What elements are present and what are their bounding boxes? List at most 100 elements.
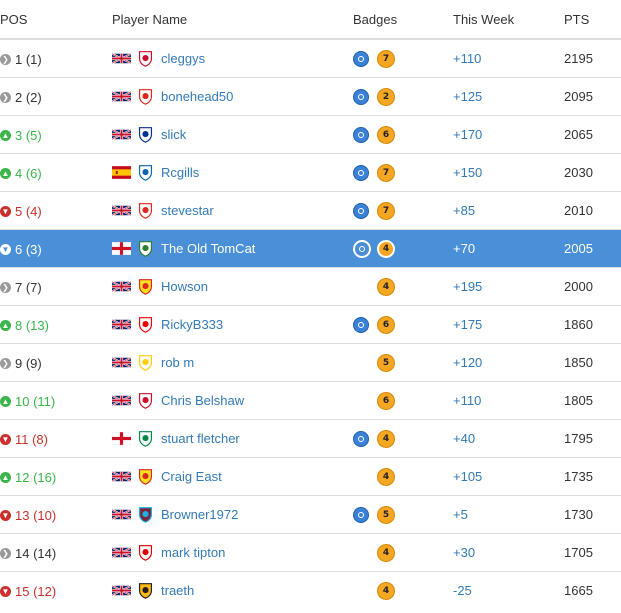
- arrow-down-icon: ▼: [0, 206, 11, 218]
- pts-cell: 2195: [564, 38, 621, 78]
- header-badges: Badges: [353, 0, 453, 40]
- blue-badge-icon: [353, 430, 369, 447]
- man-utd-crest-icon: [138, 469, 153, 485]
- player-cell: Chris Belshaw: [112, 381, 353, 420]
- pos-cell: ❯ 9 (9): [0, 343, 112, 382]
- pos-cell: ▼ 11 (8): [0, 419, 112, 458]
- player-name-link[interactable]: cleggys: [161, 51, 205, 66]
- player-name-link[interactable]: rob m: [161, 355, 194, 370]
- arrow-down-icon: ▼: [0, 586, 11, 598]
- pts-cell: 1860: [564, 305, 621, 344]
- this-week-cell: +5: [453, 495, 564, 534]
- arrow-up-icon: ▲: [0, 472, 11, 484]
- pos-cell: ▲ 10 (11): [0, 381, 112, 420]
- table-row[interactable]: ▼ 13 (10) Browner1972 5 +5 1730: [0, 495, 621, 534]
- blue-badge-icon: [353, 506, 369, 523]
- position-change: ▼ 6 (3): [0, 242, 42, 257]
- arrow-up-icon: ▲: [0, 168, 11, 180]
- position-text: 10 (11): [15, 394, 56, 410]
- pts-cell: 1705: [564, 533, 621, 572]
- player-name-link[interactable]: stevestar: [161, 203, 214, 218]
- position-text: 2 (2): [15, 90, 42, 106]
- table-row[interactable]: ▲ 3 (5) slick 6 +170 2065: [0, 115, 621, 154]
- position-text: 12 (16): [15, 470, 57, 486]
- table-row[interactable]: ❯ 7 (7) Howson 4 +195 2000: [0, 267, 621, 306]
- orange-badge-icon: 6: [377, 391, 395, 410]
- england-flag-icon: [112, 242, 131, 255]
- orange-badge-icon: 7: [377, 49, 395, 68]
- badges-cell: 7: [353, 38, 453, 78]
- position-text: 5 (4): [15, 204, 42, 220]
- player-name-link[interactable]: Howson: [161, 279, 208, 294]
- player-cell: Rcgills: [112, 153, 353, 192]
- player-name-link[interactable]: Chris Belshaw: [161, 393, 244, 408]
- table-row[interactable]: ❯ 14 (14) mark tipton 4 +30 1705: [0, 533, 621, 572]
- table-row[interactable]: ❯ 2 (2) bonehead50 2 +125 2095: [0, 77, 621, 116]
- player-cell: rob m: [112, 343, 353, 382]
- table-row[interactable]: ▼ 5 (4) stevestar 7 +85 2010: [0, 191, 621, 230]
- position-text: 1 (1): [15, 52, 42, 68]
- man-utd-crest-icon: [138, 279, 153, 295]
- this-week-cell: +85: [453, 191, 564, 230]
- pos-cell: ▲ 4 (6): [0, 153, 112, 192]
- table-row[interactable]: ▲ 4 (6) Rcgills 7 +150 2030: [0, 153, 621, 192]
- orange-badge-icon: 4: [377, 277, 395, 296]
- header-this-week[interactable]: This Week: [453, 0, 564, 40]
- this-week-score: +85: [453, 203, 476, 218]
- badges-cell: 6: [353, 115, 453, 154]
- player-name-link[interactable]: mark tipton: [161, 545, 225, 560]
- orange-badge-icon: 7: [377, 163, 395, 182]
- position-text: 3 (5): [15, 128, 42, 144]
- this-week-score: +70: [453, 241, 476, 256]
- arrow-up-icon: ▲: [0, 320, 11, 332]
- nottingham-forest-crest-icon: [138, 545, 153, 561]
- badges-cell: 7: [353, 191, 453, 230]
- blue-badge-icon: [353, 50, 369, 67]
- table-row[interactable]: ❯ 1 (1) cleggys 7 +110 2195: [0, 38, 621, 78]
- table-row[interactable]: ▲ 8 (13) RickyB333 6 +175 1860: [0, 305, 621, 344]
- player-name-link[interactable]: traeth: [161, 583, 194, 598]
- blue-badge-icon: [353, 239, 371, 258]
- player-name-link[interactable]: bonehead50: [161, 89, 233, 104]
- player-cell: mark tipton: [112, 533, 353, 572]
- table-row[interactable]: ❯ 9 (9) rob m 5 +120 1850: [0, 343, 621, 382]
- position-text: 11 (8): [15, 432, 48, 448]
- badges-cell: 4: [353, 571, 453, 609]
- player-name-link[interactable]: slick: [161, 127, 186, 142]
- position-text: 4 (6): [15, 166, 42, 182]
- player-name-link[interactable]: The Old TomCat: [161, 241, 255, 256]
- orange-badge-icon: 2: [377, 87, 395, 106]
- player-name-link[interactable]: Rcgills: [161, 165, 199, 180]
- player-name-link[interactable]: stuart fletcher: [161, 431, 240, 446]
- uk-flag-icon: [112, 584, 131, 597]
- header-pos[interactable]: POS: [0, 0, 112, 40]
- player-cell: The Old TomCat: [112, 229, 353, 268]
- header-pts[interactable]: PTS: [564, 0, 621, 40]
- position-change: ❯ 7 (7): [0, 280, 42, 295]
- table-row[interactable]: ▼ 6 (3) The Old TomCat 4 +70 2005: [0, 229, 621, 268]
- table-row[interactable]: ▼ 11 (8) stuart fletcher 4 +40 1795: [0, 419, 621, 458]
- this-week-cell: +70: [453, 229, 564, 268]
- table-row[interactable]: ▲ 10 (11) Chris Belshaw 6 +110 1805: [0, 381, 621, 420]
- position-text: 13 (10): [15, 508, 57, 524]
- uk-flag-icon: [112, 356, 131, 369]
- player-name-link[interactable]: Craig East: [161, 469, 222, 484]
- table-row[interactable]: ▼ 15 (12) traeth 4 -25 1665: [0, 571, 621, 609]
- player-name-link[interactable]: Browner1972: [161, 507, 238, 522]
- arsenal-crest-icon: [138, 317, 153, 333]
- position-change: ▲ 4 (6): [0, 166, 42, 181]
- pts-cell: 2010: [564, 191, 621, 230]
- player-cell: RickyB333: [112, 305, 353, 344]
- uk-flag-icon: [112, 128, 131, 141]
- arrow-down-icon: ▼: [0, 244, 11, 256]
- this-week-score: +150: [453, 165, 483, 180]
- position-change: ❯ 9 (9): [0, 356, 42, 371]
- uk-flag-icon: [112, 470, 131, 483]
- table-row[interactable]: ▲ 12 (16) Craig East 4 +105 1735: [0, 457, 621, 496]
- pts-cell: 2000: [564, 267, 621, 306]
- this-week-score: +105: [453, 469, 483, 484]
- position-text: 8 (13): [15, 318, 49, 334]
- arrow-up-icon: ▲: [0, 130, 11, 142]
- header-player[interactable]: Player Name: [112, 0, 353, 40]
- player-name-link[interactable]: RickyB333: [161, 317, 223, 332]
